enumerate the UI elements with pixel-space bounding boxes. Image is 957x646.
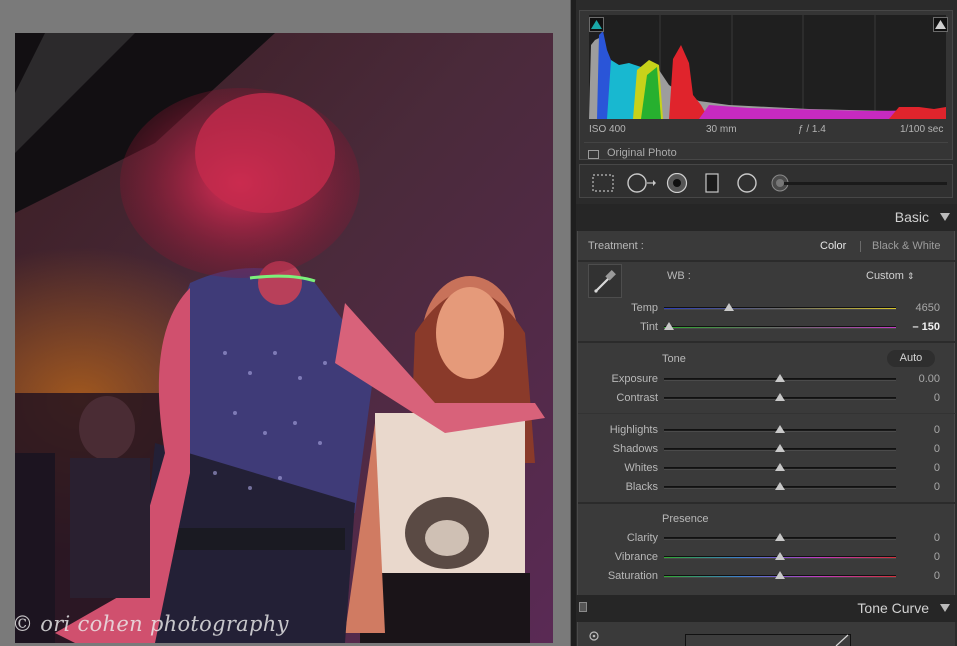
white-balance-selector[interactable] [588, 264, 622, 298]
shadows-label: Shadows [612, 443, 658, 455]
radial-filter-icon[interactable] [735, 173, 759, 193]
highlights-slider-thumb[interactable] [775, 425, 785, 433]
red-eye-icon[interactable] [665, 173, 689, 193]
contrast-label: Contrast [616, 392, 658, 404]
adjustment-brush-icon[interactable] [770, 173, 950, 193]
wb-preset-dropdown[interactable]: Custom ⇕ [866, 270, 915, 282]
histogram-panel: ISO 400 30 mm ƒ / 1.4 1/100 sec Original… [579, 10, 953, 160]
tool-strip [579, 164, 953, 198]
tone-curve-section-title: Tone Curve [857, 600, 929, 616]
develop-right-panel: ISO 400 30 mm ƒ / 1.4 1/100 sec Original… [576, 0, 957, 646]
highlights-slider[interactable] [664, 425, 896, 433]
clarity-slider-thumb[interactable] [775, 533, 785, 541]
blacks-label: Blacks [625, 481, 658, 493]
highlights-label: Highlights [609, 424, 658, 436]
group-separator [578, 260, 956, 262]
shadow-clipping-toggle[interactable] [589, 17, 604, 32]
basic-section-title: Basic [894, 209, 929, 225]
blacks-slider[interactable] [664, 482, 896, 490]
exposure-slider[interactable] [664, 374, 896, 382]
exif-iso: ISO 400 [589, 124, 626, 135]
exif-focal-length: 30 mm [706, 124, 737, 135]
photo-image [15, 33, 553, 643]
highlight-clip-triangle-icon [935, 20, 946, 29]
shadow-clip-triangle-icon [591, 20, 602, 29]
auto-tone-button[interactable]: Auto [887, 350, 935, 367]
vibrance-slider-thumb[interactable] [775, 552, 785, 560]
photo[interactable] [15, 33, 553, 643]
original-photo-checkbox[interactable] [588, 150, 599, 159]
blacks-value[interactable]: 0 [890, 481, 940, 493]
whites-value[interactable]: 0 [890, 462, 940, 474]
exposure-slider-thumb[interactable] [775, 374, 785, 382]
blacks-slider-thumb[interactable] [775, 482, 785, 490]
basic-section-header[interactable]: Basic [576, 204, 957, 231]
treatment-divider [860, 241, 861, 252]
wb-preset-value: Custom [866, 270, 904, 282]
dropdown-arrows-icon: ⇕ [906, 271, 915, 281]
temp-slider-thumb[interactable] [723, 303, 734, 311]
crop-overlay-icon[interactable] [591, 173, 615, 193]
tone-curve-graph[interactable] [685, 634, 851, 646]
eyedropper-icon [594, 270, 616, 293]
group-separator [578, 502, 956, 504]
histogram-separator [584, 142, 948, 143]
clarity-slider[interactable] [664, 533, 896, 541]
clarity-value[interactable]: 0 [890, 532, 940, 544]
treatment-bw-option[interactable]: Black & White [872, 240, 940, 252]
vibrance-slider[interactable] [664, 552, 896, 560]
contrast-slider[interactable] [664, 393, 896, 401]
tone-curve-panel [577, 622, 955, 646]
collapse-triangle-icon[interactable] [940, 213, 950, 221]
shadows-slider[interactable] [664, 444, 896, 452]
clarity-label: Clarity [626, 532, 658, 544]
saturation-slider[interactable] [664, 571, 896, 579]
highlight-clipping-toggle[interactable] [933, 17, 948, 32]
saturation-label: Saturation [607, 570, 658, 582]
highlights-value[interactable]: 0 [890, 424, 940, 436]
treatment-color-option[interactable]: Color [820, 240, 846, 252]
group-separator [578, 341, 956, 343]
graduated-filter-icon[interactable] [703, 173, 721, 193]
tint-slider[interactable] [663, 322, 896, 330]
tint-slider-thumb[interactable] [663, 322, 674, 330]
subgroup-separator [578, 413, 956, 414]
exif-aperture: ƒ / 1.4 [798, 124, 826, 135]
targeted-adjustment-icon[interactable] [588, 630, 600, 642]
wb-label: WB : [667, 270, 691, 282]
saturation-value[interactable]: 0 [890, 570, 940, 582]
shadows-value[interactable]: 0 [890, 443, 940, 455]
basic-panel: Treatment : Color Black & White WB : Cus… [577, 231, 956, 595]
saturation-slider-thumb[interactable] [775, 571, 785, 579]
contrast-value[interactable]: 0 [890, 392, 940, 404]
original-photo-label: Original Photo [607, 147, 677, 159]
temp-slider[interactable] [664, 303, 896, 311]
contrast-slider-thumb[interactable] [775, 393, 785, 401]
temp-value[interactable]: 4650 [890, 302, 940, 314]
whites-slider[interactable] [664, 463, 896, 471]
tint-label: Tint [640, 321, 658, 333]
exposure-value[interactable]: 0.00 [890, 373, 940, 385]
vibrance-label: Vibrance [614, 551, 658, 563]
spot-removal-icon[interactable] [627, 173, 657, 193]
panel-switch-icon[interactable] [579, 602, 587, 612]
tint-value[interactable]: – 150 [890, 321, 940, 333]
treatment-label: Treatment : [588, 240, 644, 252]
whites-label: Whites [624, 462, 658, 474]
tone-label: Tone [662, 353, 686, 365]
shadows-slider-thumb[interactable] [775, 444, 785, 452]
presence-label: Presence [662, 513, 709, 525]
collapse-triangle-icon[interactable] [940, 604, 950, 612]
exif-shutter-speed: 1/100 sec [900, 124, 944, 135]
whites-slider-thumb[interactable] [775, 463, 785, 471]
photographer-watermark: © ori cohen photography [12, 612, 289, 636]
temp-label: Temp [631, 302, 658, 314]
image-canvas[interactable]: © ori cohen photography [0, 0, 570, 646]
vibrance-value[interactable]: 0 [890, 551, 940, 563]
tone-curve-section-header[interactable]: Tone Curve [576, 595, 957, 622]
histogram-graph[interactable] [589, 15, 946, 119]
exposure-label: Exposure [611, 373, 658, 385]
